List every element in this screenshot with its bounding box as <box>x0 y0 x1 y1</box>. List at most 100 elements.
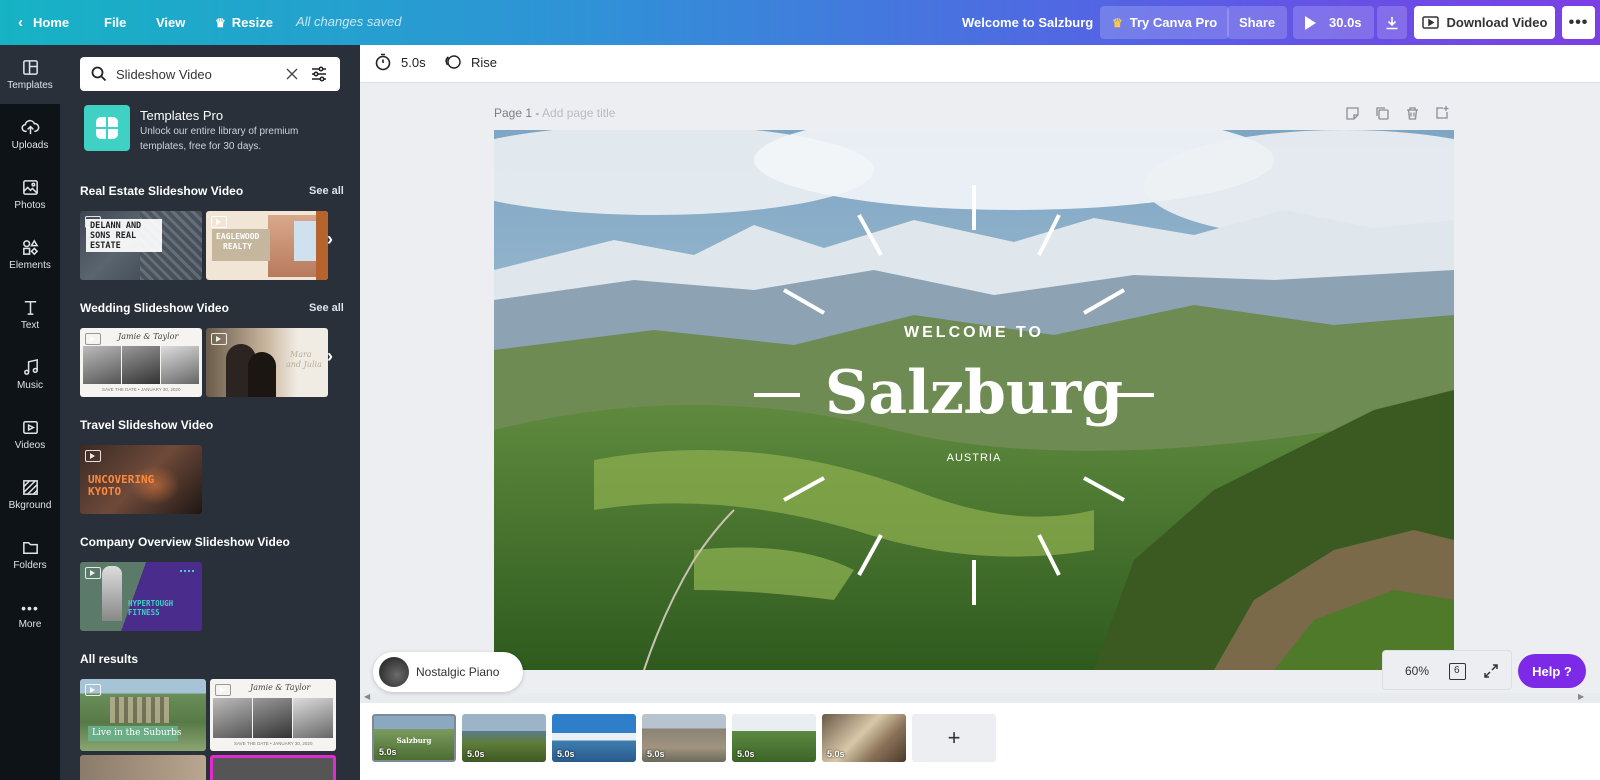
see-all-wedding[interactable]: See all <box>309 302 344 314</box>
welcome-text[interactable]: WELCOME TO <box>494 324 1454 342</box>
nav-music[interactable]: Music <box>0 345 60 404</box>
template-thumb-real-estate-2[interactable]: EAGLEWOOD REALTY <box>206 211 328 280</box>
nav-photos-label: Photos <box>14 200 46 211</box>
nav-music-label: Music <box>16 380 44 391</box>
city-title[interactable]: Salzburg <box>494 358 1454 428</box>
thumb-text: Jamie & Taylor <box>250 683 311 692</box>
download-icon <box>1386 16 1398 29</box>
thumb-text: Mara <box>290 350 312 359</box>
animation-button[interactable]: Rise <box>444 53 497 71</box>
play-duration: 30.0s <box>1329 15 1362 30</box>
nav-photos[interactable]: Photos <box>0 165 60 224</box>
scene-thumb-5[interactable]: 5.0s <box>732 714 816 762</box>
scene-duration: 5.0s <box>737 749 755 759</box>
template-thumb-real-estate-1[interactable]: DELANN AND SONS REAL ESTATE <box>80 211 202 280</box>
thumb-text: REALTY <box>223 242 252 251</box>
clear-search-icon[interactable] <box>286 68 298 80</box>
design-page[interactable]: WELCOME TO Salzburg AUSTRIA <box>494 130 1454 670</box>
more-options-button[interactable]: ••• <box>1562 6 1595 39</box>
template-thumb-company-1[interactable]: HYPERTOUGH FITNESS <box>80 562 202 631</box>
play-button[interactable]: 30.0s <box>1293 6 1374 39</box>
audio-track-pill[interactable]: Nostalgic Piano <box>373 652 523 692</box>
filter-icon[interactable] <box>310 65 328 83</box>
add-scene-button[interactable]: + <box>912 714 996 762</box>
timer-icon <box>375 53 391 71</box>
resize-button[interactable]: ♛ Resize <box>215 0 273 45</box>
thumb-text: ESTATE <box>90 241 121 251</box>
scene-duration: 5.0s <box>467 749 485 759</box>
scroll-right-arrow[interactable]: ▶ <box>1578 692 1584 701</box>
thumb-text: SAVE THE DATE • JANUARY 30, 2020 <box>234 741 313 746</box>
template-thumb-result-1[interactable]: Live in the Suburbs <box>80 679 206 751</box>
editor-toolbar: 5.0s Rise <box>360 45 1600 83</box>
template-thumb-result-4[interactable] <box>210 755 336 780</box>
nav-templates[interactable]: Templates <box>0 45 60 104</box>
country-text[interactable]: AUSTRIA <box>494 452 1454 464</box>
photo-icon <box>22 180 38 195</box>
fullscreen-icon[interactable] <box>1483 663 1499 679</box>
scene-thumb-1[interactable]: Salzburg 5.0s <box>372 714 456 762</box>
resize-label: Resize <box>231 15 273 30</box>
duration-label: 5.0s <box>401 54 426 70</box>
nav-folders[interactable]: Folders <box>0 525 60 584</box>
nav-background[interactable]: Bkground <box>0 465 60 524</box>
audio-artwork <box>379 657 409 687</box>
nav-more[interactable]: ••• More <box>0 585 60 644</box>
help-button[interactable]: Help ? <box>1518 654 1586 688</box>
see-all-real-estate[interactable]: See all <box>309 185 344 197</box>
search-input[interactable] <box>116 65 286 83</box>
duplicate-page-icon[interactable] <box>1375 106 1390 121</box>
background-icon <box>22 480 38 495</box>
thumb-text: and Julia <box>286 360 322 369</box>
duration-button[interactable]: 5.0s <box>374 53 426 71</box>
notes-icon[interactable] <box>1345 106 1360 121</box>
add-page-icon[interactable] <box>1435 105 1450 120</box>
templates-pro-promo[interactable]: Templates Pro Unlock our entire library … <box>84 105 344 155</box>
scroll-left-arrow[interactable]: ◀ <box>364 692 370 701</box>
folder-icon <box>22 541 38 554</box>
shapes-icon <box>22 239 38 256</box>
template-thumb-result-2[interactable]: Jamie & Taylor SAVE THE DATE • JANUARY 3… <box>210 679 336 751</box>
template-thumb-travel-1[interactable]: UNCOVERING KYOTO <box>80 445 202 514</box>
next-arrow-wedding[interactable]: › <box>327 346 333 367</box>
delete-page-icon[interactable] <box>1405 106 1420 121</box>
section-title-real-estate: Real Estate Slideshow Video <box>80 184 244 198</box>
nav-uploads[interactable]: Uploads <box>0 105 60 164</box>
template-thumb-wedding-1[interactable]: Jamie & Taylor SAVE THE DATE • JANUARY 3… <box>80 328 202 397</box>
download-icon-button[interactable] <box>1377 6 1407 39</box>
design-title[interactable]: Welcome to Salzburg <box>962 0 1093 45</box>
next-arrow-real-estate[interactable]: › <box>327 229 333 250</box>
page-grid-button[interactable]: 6 <box>1449 663 1466 680</box>
music-icon <box>23 358 38 375</box>
search-box[interactable] <box>80 57 340 91</box>
video-icon <box>22 421 38 434</box>
scene-thumb-4[interactable]: 5.0s <box>642 714 726 762</box>
view-menu[interactable]: View <box>156 0 185 45</box>
nav-text-label: Text <box>20 320 40 331</box>
left-nav: Templates Uploads Photos Elements Text M… <box>0 45 60 780</box>
text-icon <box>24 301 36 315</box>
scene-thumb-6[interactable]: 5.0s <box>822 714 906 762</box>
template-thumb-result-3[interactable] <box>80 755 206 780</box>
thumb-text: Live in the Suburbs <box>92 728 182 738</box>
file-menu[interactable]: File <box>104 0 126 45</box>
download-video-button[interactable]: Download Video <box>1414 6 1555 39</box>
template-thumb-wedding-2[interactable]: Mara and Julia <box>206 328 328 397</box>
nav-videos[interactable]: Videos <box>0 405 60 464</box>
thumb-text: KYOTO <box>88 485 122 498</box>
upload-icon <box>20 119 39 135</box>
nav-elements[interactable]: Elements <box>0 225 60 284</box>
page-header: Page 1 - Add page title <box>494 106 615 120</box>
scene-thumb-3[interactable]: 5.0s <box>552 714 636 762</box>
crown-icon: ♛ <box>215 15 226 30</box>
promo-title: Templates Pro <box>140 108 224 123</box>
nav-text[interactable]: Text <box>0 285 60 344</box>
thumb-text: SONS REAL <box>90 231 137 241</box>
try-canva-pro-button[interactable]: ♛ Try Canva Pro <box>1100 6 1230 39</box>
zoom-level[interactable]: 60% <box>1405 664 1429 678</box>
home-button[interactable]: ‹ Home <box>18 0 69 45</box>
animation-label: Rise <box>471 54 498 70</box>
scene-thumb-2[interactable]: 5.0s <box>462 714 546 762</box>
share-button[interactable]: Share <box>1227 6 1288 39</box>
page-title-input[interactable]: Add page title <box>542 106 615 120</box>
